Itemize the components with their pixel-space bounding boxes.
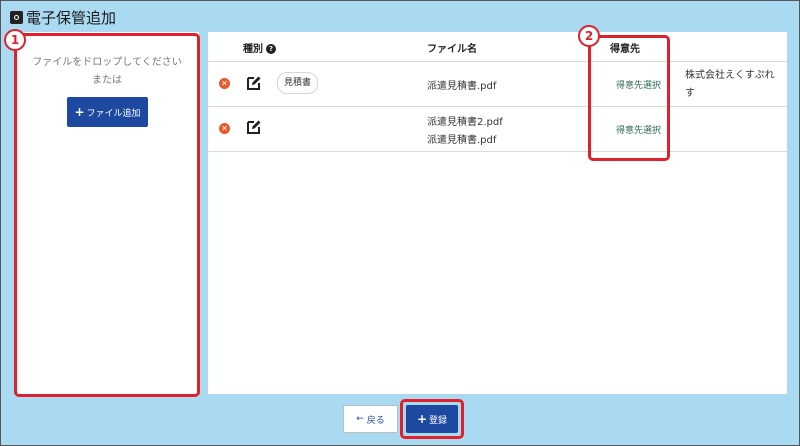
page-header: 電子保管追加 [10,6,116,28]
delete-icon[interactable]: ✕ [219,78,230,89]
highlight-box-2 [588,35,670,161]
register-label: 登録 [429,415,448,426]
page-title: 電子保管追加 [26,8,117,27]
help-icon[interactable]: ? [266,44,276,54]
back-button[interactable]: ← 戻る [343,405,398,433]
back-label: 戻る [366,415,385,426]
edit-icon[interactable] [246,119,262,135]
file-name: 派遣見積書.pdf [427,81,497,92]
highlight-box-1 [14,33,200,397]
delete-icon[interactable]: ✕ [219,123,230,134]
column-header-type: 種別? [243,40,276,55]
document-type-badge[interactable]: 見積書 [277,72,319,94]
client-name-line: 株式会社えくすぷれ [685,70,775,81]
row-divider [208,106,787,107]
column-header-type-label: 種別 [243,44,263,55]
arrow-left-icon: ← [356,414,364,424]
edit-icon[interactable] [246,75,262,91]
client-name-line: す [685,88,695,99]
annotation-number-1: 1 [4,29,26,51]
storage-icon [10,10,23,24]
file-name: 派遣見積書.pdf [427,135,497,146]
column-header-file-name: ファイル名 [427,44,477,55]
annotation-number-2: 2 [578,25,600,47]
file-name: 派遣見積書2.pdf [427,117,503,128]
plus-icon: + [416,412,428,426]
row-divider [208,151,787,152]
register-button[interactable]: + 登録 [406,405,458,433]
header-divider [208,61,787,62]
